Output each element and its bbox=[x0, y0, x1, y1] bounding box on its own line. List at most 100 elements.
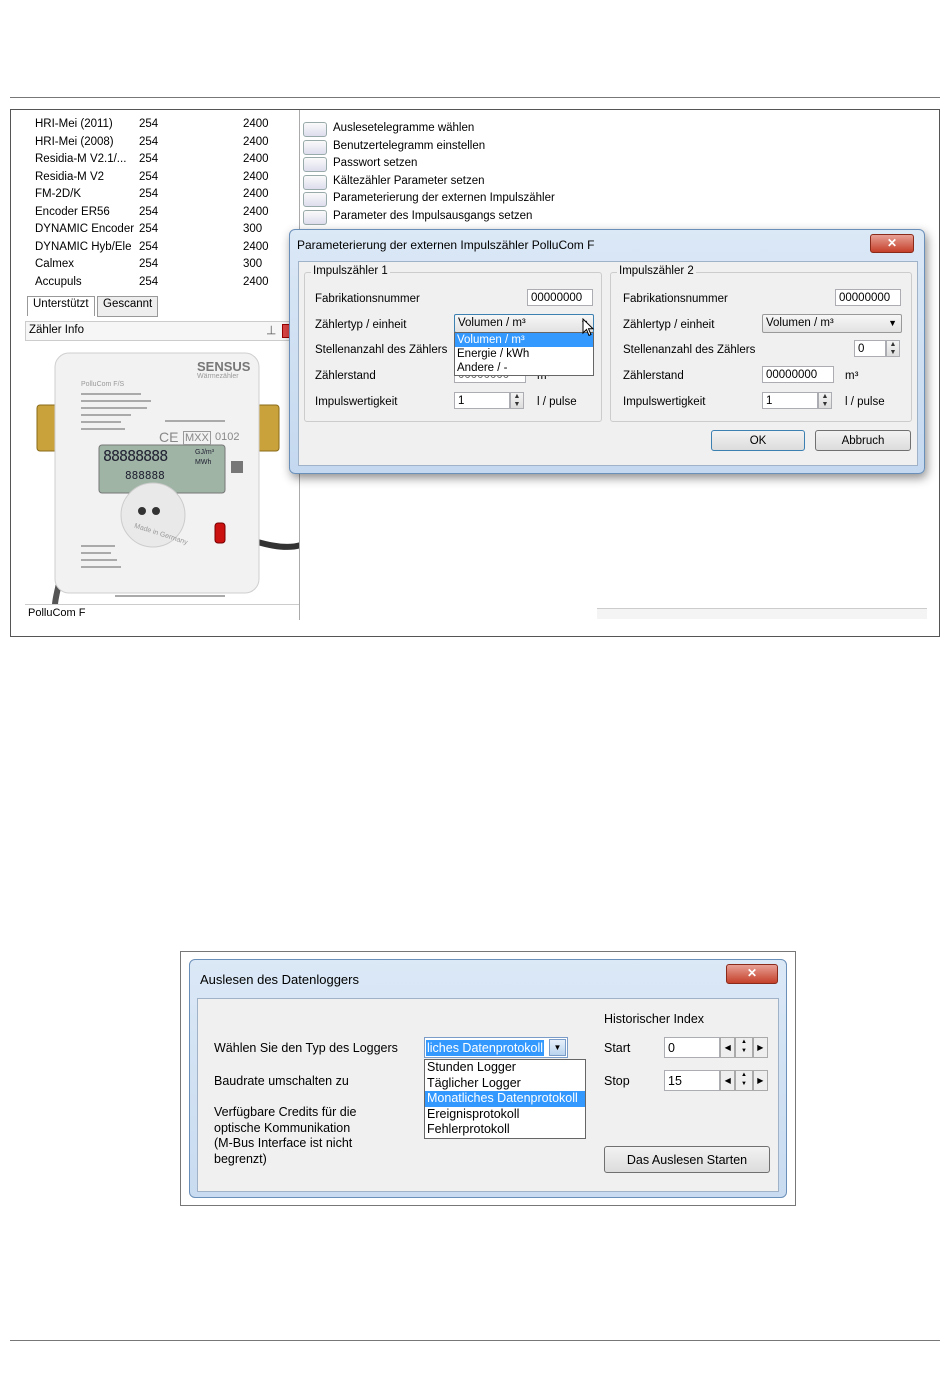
type-select-1[interactable]: Volumen / m³ ▼ bbox=[454, 314, 594, 333]
meter-list-row[interactable]: Encoder ER56 254 2400 bbox=[35, 206, 295, 223]
chevron-down-icon[interactable]: ▼ bbox=[549, 1039, 566, 1056]
cancel-button[interactable]: Abbruch bbox=[815, 430, 911, 451]
dropdown-option[interactable]: Volumen / m³ bbox=[455, 333, 593, 347]
meter-col3: 2400 bbox=[243, 118, 269, 130]
impulse-counter-dialog: Parameterierung der externen Impulszähle… bbox=[289, 229, 925, 474]
logger-type-value: liches Datenprotokoll bbox=[426, 1040, 545, 1056]
meter-name: DYNAMIC Hyb/Ele bbox=[35, 240, 132, 253]
command-button[interactable] bbox=[303, 122, 327, 137]
device-lcd-digits: 88888888 bbox=[103, 447, 168, 465]
meter-col2: 254 bbox=[139, 258, 159, 270]
dropdown-option[interactable]: Täglicher Logger bbox=[425, 1076, 585, 1092]
command-label: Parameter des Impulsausgangs setzen bbox=[333, 209, 533, 222]
start-readout-button[interactable]: Das Auslesen Starten bbox=[604, 1146, 770, 1173]
group2-caption: Impulszähler 2 bbox=[617, 265, 696, 277]
device-brand: SENSUS bbox=[197, 359, 251, 374]
command-button[interactable] bbox=[303, 192, 327, 207]
right-pane-scrollbar[interactable] bbox=[597, 608, 927, 619]
counter-input-2[interactable]: 00000000 bbox=[762, 366, 834, 383]
tab-scanned[interactable]: Gescannt bbox=[97, 296, 159, 317]
screenshot-meter-parameter: HRI-Mei (2011) 254 2400 HRI-Mei (2008) 254 24… bbox=[10, 109, 940, 637]
type-select-2[interactable]: Volumen / m³ ▼ bbox=[762, 314, 902, 333]
meter-list-row[interactable]: DYNAMIC Encoder 254 300 bbox=[35, 223, 295, 240]
digits-input-2[interactable]: 0 bbox=[854, 340, 886, 357]
impulse-label-1: Impulswertigkeit bbox=[315, 396, 398, 408]
meter-list-row[interactable]: HRI-Mei (2011) 254 2400 bbox=[35, 118, 295, 135]
dropdown-option[interactable]: Stunden Logger bbox=[425, 1060, 585, 1076]
meter-list-row[interactable]: Accupuls 254 2400 bbox=[35, 276, 295, 293]
datalogger-dialog: Auslesen des Datenloggers ✕ Wählen Sie d… bbox=[189, 959, 787, 1198]
meter-col2: 254 bbox=[139, 118, 159, 130]
stop-label: Stop bbox=[604, 1074, 630, 1088]
command-label: Kältezähler Parameter setzen bbox=[333, 174, 485, 187]
meter-col3: 2400 bbox=[243, 275, 269, 288]
command-button[interactable] bbox=[303, 174, 327, 190]
meter-col2: 254 bbox=[139, 240, 159, 253]
type-dropdown-1: Volumen / m³ Energie / kWh Andere / - bbox=[454, 332, 594, 376]
meter-col2: 254 bbox=[139, 205, 159, 218]
meter-name: Encoder ER56 bbox=[35, 205, 110, 218]
meter-list-row[interactable]: Calmex 254 300 bbox=[35, 258, 295, 275]
impulse-spinner-1[interactable]: ▲ ▼ bbox=[510, 392, 524, 409]
credits-label: Verfügbare Credits für die optische Kommu… bbox=[214, 1105, 356, 1167]
impulse-input-1[interactable]: 1 bbox=[454, 392, 510, 409]
meter-col3: 2400 bbox=[243, 170, 269, 183]
meter-list-pane: HRI-Mei (2011) 254 2400 HRI-Mei (2008) 254 24… bbox=[11, 110, 300, 293]
meter-list-row[interactable]: FM-2D/K 254 2400 bbox=[35, 188, 295, 205]
device-nr: 0102 bbox=[215, 431, 240, 443]
meter-col3: 2400 bbox=[243, 205, 269, 218]
start-input[interactable]: 0 bbox=[664, 1037, 720, 1058]
stop-spinner[interactable]: ◀ ▲ ▼ ▶ bbox=[720, 1070, 768, 1091]
fabrication-input-1[interactable]: 00000000 bbox=[527, 289, 593, 306]
impulse-spinner-2[interactable]: ▲ ▼ bbox=[818, 392, 832, 409]
meter-name: HRI-Mei (2011) bbox=[35, 118, 113, 130]
command-button[interactable] bbox=[303, 209, 327, 225]
counter-label-1: Zählerstand bbox=[315, 370, 376, 382]
device-lcd-units2: MWh bbox=[195, 459, 212, 466]
dropdown-option[interactable]: Ereignisprotokoll bbox=[425, 1107, 585, 1123]
start-spinner[interactable]: ◀ ▲ ▼ ▶ bbox=[720, 1037, 768, 1058]
fabrication-input-2[interactable]: 00000000 bbox=[835, 289, 901, 306]
device-model: PolluCom F/S bbox=[81, 381, 125, 388]
credits-line: Verfügbare Credits für die bbox=[214, 1105, 357, 1119]
tab-supported[interactable]: Unterstützt bbox=[27, 296, 95, 316]
meter-col3: 300 bbox=[243, 258, 263, 270]
meter-list-row[interactable]: HRI-Mei (2008) 254 2400 bbox=[35, 136, 295, 153]
counter-unit-2: m³ bbox=[845, 370, 859, 382]
left-arrow-icon[interactable]: ◀ bbox=[720, 1070, 736, 1091]
meter-list-row[interactable]: Residia-M V2.1/... 254 2400 bbox=[35, 153, 295, 170]
digits-spinner-2[interactable]: ▲ ▼ bbox=[886, 340, 900, 357]
close-icon[interactable]: ✕ bbox=[726, 964, 778, 984]
impulse-label-2: Impulswertigkeit bbox=[623, 396, 706, 408]
dropdown-option[interactable]: Andere / - bbox=[455, 361, 593, 375]
type-select-1-value: Volumen / m³ bbox=[458, 317, 526, 329]
type-label-2: Zählertyp / einheit bbox=[623, 319, 715, 331]
meter-col2: 254 bbox=[139, 275, 159, 288]
device-lcd-digits2: 888888 bbox=[125, 469, 165, 482]
logger-type-select[interactable]: liches Datenprotokoll ▼ bbox=[424, 1037, 568, 1058]
meter-list-row[interactable]: Residia-M V2 254 2400 bbox=[35, 171, 295, 188]
dropdown-option[interactable]: Fehlerprotokoll bbox=[425, 1122, 585, 1138]
meter-name: Residia-M V2 bbox=[35, 170, 105, 183]
dropdown-option[interactable]: Energie / kWh bbox=[455, 347, 593, 361]
mouse-cursor-icon bbox=[582, 318, 595, 337]
right-arrow-icon[interactable]: ▶ bbox=[752, 1070, 768, 1091]
impulse-input-2[interactable]: 1 bbox=[762, 392, 818, 409]
command-button[interactable] bbox=[303, 157, 327, 172]
ok-button[interactable]: OK bbox=[711, 430, 805, 451]
credits-line: begrenzt) bbox=[214, 1151, 267, 1166]
updown-arrow-icon[interactable]: ▲ ▼ bbox=[735, 1037, 753, 1058]
left-arrow-icon[interactable]: ◀ bbox=[720, 1037, 736, 1058]
meter-list-row[interactable]: DYNAMIC Hyb/Ele 254 2400 bbox=[35, 241, 295, 258]
right-arrow-icon[interactable]: ▶ bbox=[752, 1037, 768, 1058]
fabrication-label-2: Fabrikationsnummer bbox=[623, 293, 728, 305]
command-label: Auslesetelegramme wählen bbox=[333, 122, 475, 134]
screenshot-datalogger: Auslesen des Datenloggers ✕ Wählen Sie d… bbox=[180, 951, 796, 1206]
dropdown-option[interactable]: Monatliches Datenprotokoll bbox=[425, 1091, 585, 1107]
command-button[interactable] bbox=[303, 139, 327, 155]
stop-input[interactable]: 15 bbox=[664, 1070, 720, 1091]
pin-icon[interactable]: ⊣ bbox=[264, 325, 278, 335]
close-icon[interactable]: ✕ bbox=[870, 234, 914, 253]
device-ce-mark: CE bbox=[159, 429, 179, 445]
updown-arrow-icon[interactable]: ▲ ▼ bbox=[735, 1070, 753, 1091]
